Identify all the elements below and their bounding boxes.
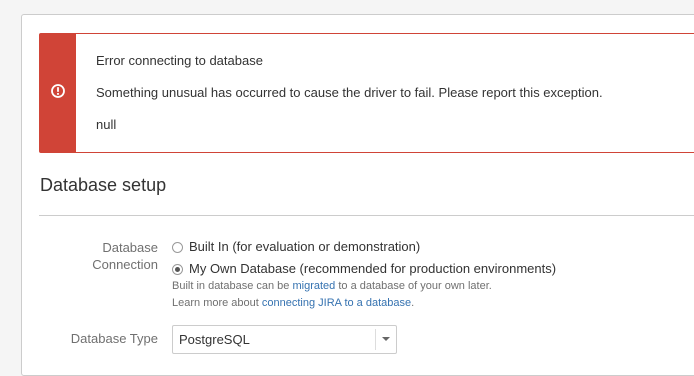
database-type-select[interactable]: PostgreSQL bbox=[172, 325, 397, 354]
own-database-radio[interactable] bbox=[172, 264, 183, 275]
database-type-label: Database Type bbox=[70, 331, 158, 346]
migration-help-prefix: Built in database can be bbox=[172, 280, 293, 292]
database-connection-label-line2: Connection bbox=[92, 257, 158, 272]
learn-more-help-text: Learn more about connecting JIRA to a da… bbox=[172, 297, 414, 309]
exclamation-circle-icon bbox=[51, 84, 65, 98]
error-title: Error connecting to database bbox=[96, 53, 263, 68]
section-divider bbox=[39, 215, 694, 216]
migrated-link[interactable]: migrated bbox=[292, 280, 335, 292]
chevron-down-icon[interactable] bbox=[382, 337, 390, 341]
select-separator bbox=[375, 329, 376, 350]
built-in-radio[interactable] bbox=[172, 242, 183, 253]
learn-more-prefix: Learn more about bbox=[172, 297, 262, 309]
built-in-radio-label[interactable]: Built In (for evaluation or demonstratio… bbox=[189, 239, 420, 254]
learn-more-suffix: . bbox=[411, 297, 415, 309]
error-detail: null bbox=[96, 117, 117, 132]
section-title: Database setup bbox=[40, 175, 167, 195]
database-type-value: PostgreSQL bbox=[179, 332, 250, 347]
own-database-radio-label[interactable]: My Own Database (recommended for product… bbox=[189, 261, 556, 276]
connecting-database-link[interactable]: connecting JIRA to a database bbox=[262, 297, 411, 309]
migration-help-suffix: to a database of your own later. bbox=[335, 280, 492, 292]
setup-panel: Error connecting to database Something u… bbox=[21, 14, 694, 376]
error-strip bbox=[40, 34, 76, 152]
database-connection-label-line1: Database bbox=[102, 240, 158, 255]
error-message-box: Error connecting to database Something u… bbox=[39, 33, 694, 153]
error-text: Something unusual has occurred to cause … bbox=[96, 85, 603, 100]
database-connection-label: Database Connection bbox=[38, 239, 158, 273]
migration-help-text: Built in database can be migrated to a d… bbox=[172, 280, 492, 292]
